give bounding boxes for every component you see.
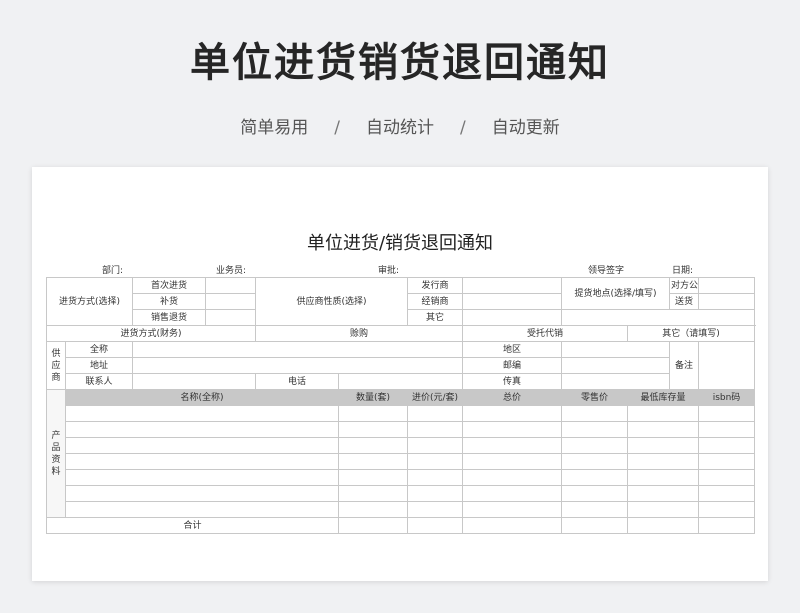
supplier-full-name-label: 全称: [65, 341, 133, 358]
delivery-cell[interactable]: [698, 293, 755, 310]
supplier-region-label: 地区: [462, 341, 562, 358]
sales-return-label: 销售退货: [132, 309, 206, 326]
table-row: [47, 469, 755, 486]
supplier-address-cell[interactable]: [132, 357, 463, 374]
other-cell[interactable]: [462, 309, 562, 326]
meta-date: 日期:: [672, 266, 694, 276]
distributor-label: 发行商: [407, 277, 463, 294]
supplier-fax-cell[interactable]: [561, 373, 670, 390]
restock-cell[interactable]: [205, 293, 256, 310]
table-row: [47, 437, 755, 454]
col-header-min-stock: 最低库存量: [627, 389, 699, 406]
meta-salesman: 业务员:: [216, 266, 247, 276]
pickup-blank-cell[interactable]: [561, 309, 755, 326]
supplier-remark-label: 备注: [669, 341, 699, 390]
sales-return-cell[interactable]: [205, 309, 256, 326]
col-header-total: 总价: [462, 389, 562, 406]
table-row: [47, 501, 755, 518]
supplier-contact-label: 联系人: [65, 373, 133, 390]
tag-easy: 简单易用: [240, 118, 309, 138]
other-label: 其它: [407, 309, 463, 326]
meta-dept: 部门:: [102, 266, 124, 276]
hero-subtitle: 简单易用 / 自动统计 / 自动更新: [0, 113, 800, 138]
col-header-name: 名称(全称): [65, 389, 339, 406]
supplier-remark-cell[interactable]: [698, 341, 755, 390]
table-row: [47, 421, 755, 438]
table-row: [47, 485, 755, 502]
purchase-method-select-label: 进货方式(选择): [46, 277, 133, 326]
dealer-label: 经销商: [407, 293, 463, 310]
supplier-side-label: 供应商: [46, 341, 66, 390]
meta-approve: 审批:: [378, 266, 400, 276]
pickup-location-select-label: 提货地点(选择/填写): [561, 277, 670, 310]
supplier-phone-cell[interactable]: [338, 373, 463, 390]
supplier-full-name-cell[interactable]: [132, 341, 463, 358]
tag-auto-update: 自动更新: [491, 118, 560, 138]
col-header-isbn: isbn码: [698, 389, 755, 406]
supplier-fax-label: 传真: [462, 373, 562, 390]
first-purchase-label: 首次进货: [132, 277, 206, 294]
total-min-stock-cell[interactable]: [627, 517, 699, 534]
meta-leader-sign: 领导签字: [588, 266, 625, 276]
total-retail-cell[interactable]: [561, 517, 628, 534]
col-header-purchase-price: 进价(元/套): [407, 389, 463, 406]
table-row: [47, 405, 755, 422]
tag-auto-stats: 自动统计: [366, 118, 434, 138]
product-side-label: 产品资料: [46, 389, 66, 518]
total-sum-cell[interactable]: [462, 517, 562, 534]
consignment-label: 受托代销: [462, 325, 628, 342]
document-title: 单位进货/销货退回通知: [306, 233, 494, 254]
delivery-label: 送货: [669, 293, 699, 310]
table-row: [47, 453, 755, 470]
document-sheet: 单位进货/销货退回通知 部门: 业务员: 审批: 领导签字 日期: 进货方式(选…: [32, 167, 768, 581]
supplier-address-label: 地址: [65, 357, 133, 374]
supplier-region-cell[interactable]: [561, 341, 670, 358]
restock-label: 补货: [132, 293, 206, 310]
purchase-method-finance-label: 进货方式(财务): [46, 325, 256, 342]
col-header-quantity: 数量(套): [338, 389, 408, 406]
supplier-postcode-cell[interactable]: [561, 357, 670, 374]
other-fill-label: 其它（请填写): [627, 325, 755, 342]
col-header-retail-price: 零售价: [561, 389, 628, 406]
separator: /: [460, 118, 466, 138]
first-purchase-cell[interactable]: [205, 277, 256, 294]
total-quantity-cell[interactable]: [338, 517, 408, 534]
total-purchase-price-cell[interactable]: [407, 517, 463, 534]
notice-form: 进货方式(选择) 首次进货 供应商性质(选择) 发行商 提货地点(选择/填写) …: [46, 277, 755, 534]
supplier-phone-label: 电话: [255, 373, 339, 390]
supplier-nature-select-label: 供应商性质(选择): [255, 277, 408, 326]
distributor-cell[interactable]: [462, 277, 562, 294]
dealer-cell[interactable]: [462, 293, 562, 310]
hero-title: 单位进货销货退回通知: [190, 40, 610, 86]
total-isbn-cell[interactable]: [698, 517, 755, 534]
supplier-postcode-label: 邮编: [462, 357, 562, 374]
other-company-cell[interactable]: [698, 277, 755, 294]
other-company-label: 对方公司: [669, 277, 699, 294]
total-label: 合计: [46, 517, 339, 534]
supplier-contact-cell[interactable]: [132, 373, 256, 390]
separator: /: [334, 118, 340, 138]
credit-purchase-label: 赊购: [255, 325, 463, 342]
